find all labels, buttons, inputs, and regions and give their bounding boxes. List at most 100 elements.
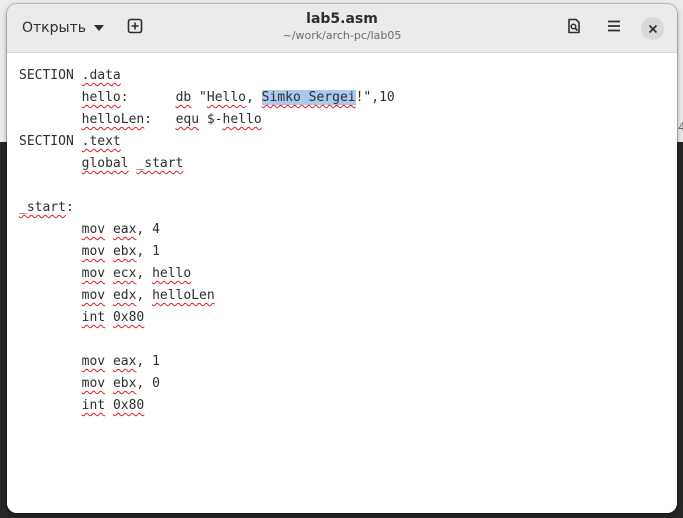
code-line[interactable]: helloLen: equ $-hello (19, 109, 395, 131)
misspelled-word: .data (81, 68, 121, 83)
document-title: lab5.asm (306, 11, 378, 27)
misspelled-word: ebx (112, 244, 137, 259)
code-text: !",10 (355, 90, 395, 105)
code-line[interactable]: int 0x80 (19, 395, 395, 417)
code-line[interactable] (19, 329, 395, 351)
misspelled-word: helloLen (81, 112, 145, 127)
code-text: , 1 (136, 354, 160, 369)
open-button[interactable]: Открыть (13, 13, 113, 43)
misspelled-word: int (81, 398, 106, 413)
misspelled-word: helloLen (152, 288, 215, 303)
code-text: , 4 (136, 222, 160, 237)
misspelled-word: global (81, 156, 129, 171)
code-line[interactable]: global _start (19, 153, 395, 175)
code-text: , (136, 288, 153, 303)
code-text: SECTION (19, 134, 74, 149)
headerbar: Открыть lab5.asm ~/work/arch-pc/lab05 (7, 4, 677, 53)
code-line[interactable]: mov eax, 4 (19, 219, 395, 241)
code-line[interactable]: mov ecx, hello (19, 263, 395, 285)
open-button-label: Открыть (22, 20, 86, 36)
code-content[interactable]: SECTION .data hello: db "Hello, Simko Se… (19, 65, 395, 417)
misspelled-word: .text (81, 134, 121, 149)
text-editor-window: Открыть lab5.asm ~/work/arch-pc/lab05 SE… (7, 4, 677, 513)
hamburger-menu-icon (606, 18, 622, 38)
misspelled-word: Hello (206, 90, 247, 105)
document-search-button[interactable] (559, 13, 589, 43)
code-line[interactable]: mov edx, helloLen (19, 285, 395, 307)
misspelled-word: mov (81, 222, 106, 237)
misspelled-word: mov (81, 288, 106, 303)
code-text: , (246, 90, 262, 105)
new-tab-button[interactable] (120, 13, 150, 43)
misspelled-word: equ (175, 112, 200, 127)
misspelled-word: db (175, 90, 192, 105)
misspelled-word: mov (81, 266, 106, 281)
code-text: , 1 (136, 244, 160, 259)
code-line[interactable] (19, 175, 395, 197)
code-line[interactable]: _start: (19, 197, 395, 219)
main-menu-button[interactable] (599, 13, 629, 43)
code-line[interactable]: mov ebx, 1 (19, 241, 395, 263)
code-text: : (144, 112, 176, 127)
misspelled-word: _start (19, 200, 66, 215)
new-tab-icon (127, 18, 143, 38)
misspelled-word: ecx (112, 266, 137, 281)
code-text: SECTION (19, 68, 74, 83)
misspelled-word: eax (112, 354, 137, 369)
misspelled-word: eax (112, 222, 137, 237)
code-line[interactable]: SECTION .data (19, 65, 395, 87)
close-icon (648, 19, 658, 38)
selected-text: Simko Sergei (261, 90, 356, 105)
misspelled-word: 0x80 (112, 310, 145, 325)
close-button[interactable] (641, 17, 664, 40)
code-line[interactable]: hello: db "Hello, Simko Sergei!",10 (19, 87, 395, 109)
misspelled-word: hello (152, 266, 192, 281)
misspelled-word: hello (81, 90, 121, 105)
misspelled-word: edx (112, 288, 137, 303)
window-title-area: lab5.asm ~/work/arch-pc/lab05 (242, 11, 442, 43)
misspelled-word: 0x80 (112, 398, 145, 413)
code-line[interactable]: int 0x80 (19, 307, 395, 329)
code-line[interactable]: SECTION .text (19, 131, 395, 153)
chevron-down-icon (93, 25, 104, 31)
code-text: , (136, 266, 153, 281)
misspelled-word: mov (81, 376, 106, 391)
code-text: : (65, 200, 74, 215)
code-text: , 0 (136, 376, 160, 391)
text-editor-area[interactable]: SECTION .data hello: db "Hello, Simko Se… (7, 53, 677, 513)
code-line[interactable]: mov ebx, 0 (19, 373, 395, 395)
code-line[interactable]: mov eax, 1 (19, 351, 395, 373)
misspelled-word: int (81, 310, 106, 325)
code-text: " (191, 90, 207, 105)
document-search-icon (566, 18, 582, 38)
code-text: $- (199, 112, 223, 127)
misspelled-word: hello (222, 112, 262, 127)
code-text: : (120, 90, 176, 105)
misspelled-word: _start (136, 156, 184, 171)
misspelled-word: ebx (112, 376, 137, 391)
misspelled-word: mov (81, 354, 106, 369)
misspelled-word: mov (81, 244, 106, 259)
document-path: ~/work/arch-pc/lab05 (282, 29, 402, 42)
